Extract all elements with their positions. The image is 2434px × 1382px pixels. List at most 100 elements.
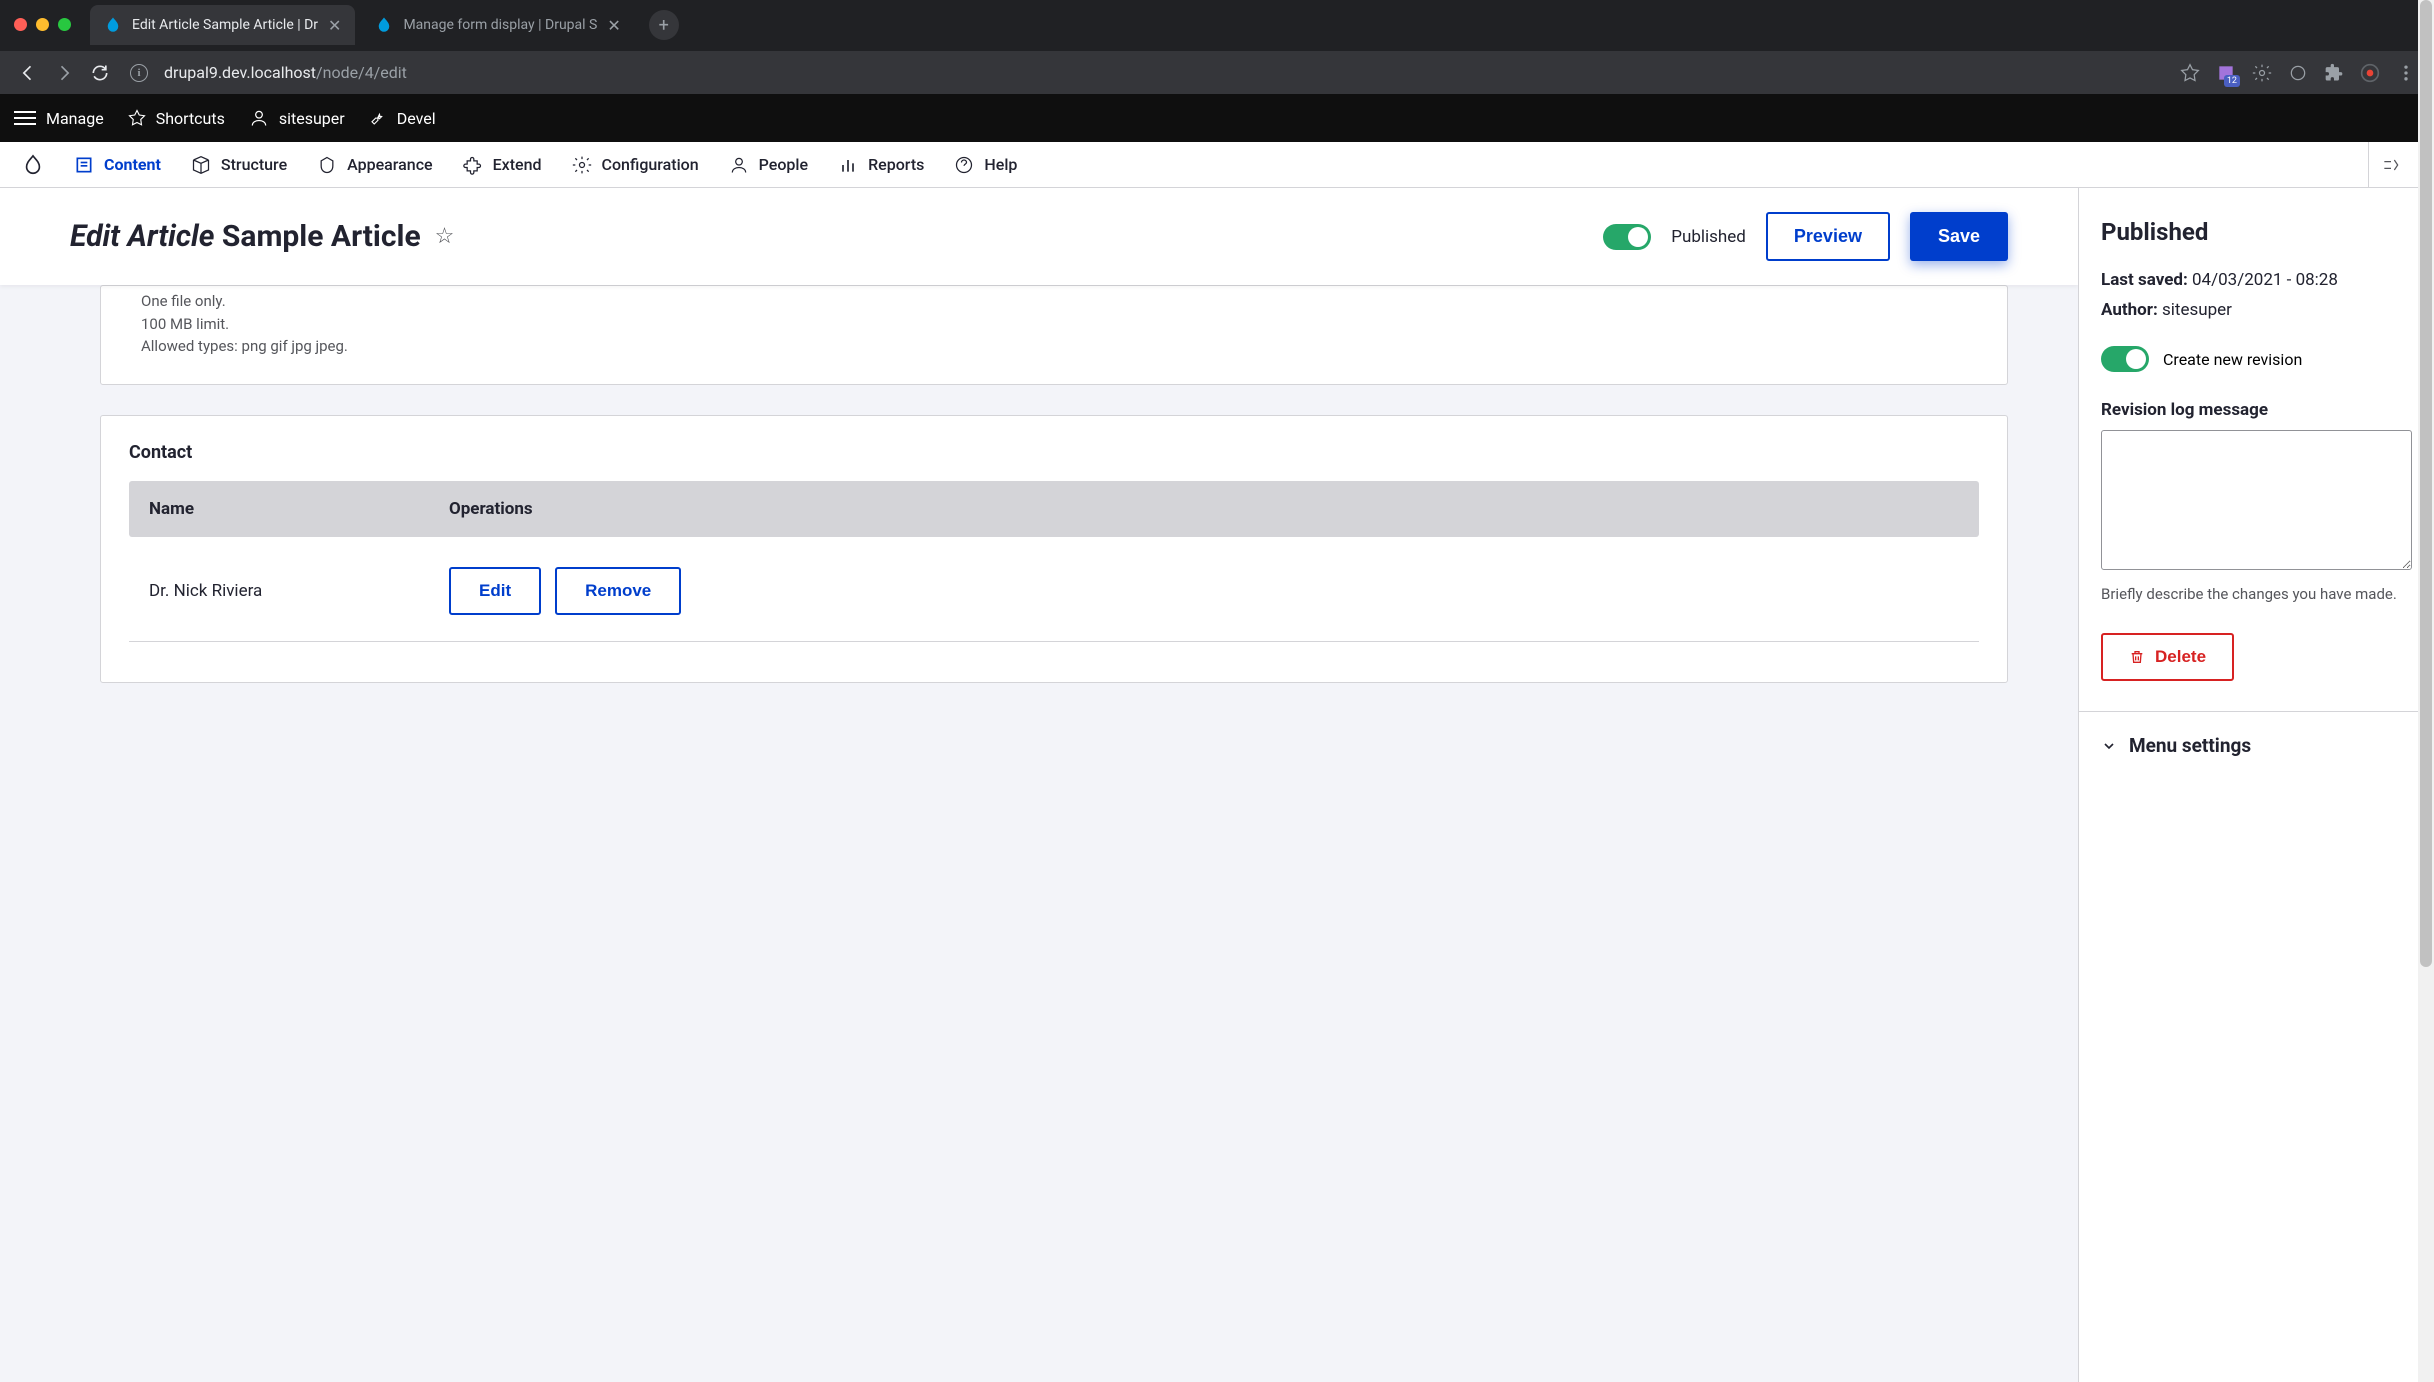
menu-settings-accordion[interactable]: Menu settings [2101,712,2412,757]
remove-button[interactable]: Remove [555,567,681,615]
drupal-favicon-icon [375,16,393,34]
favorite-star-icon[interactable]: ☆ [435,224,455,249]
gear-icon [572,155,592,175]
sidebar-last-saved: Last saved: 04/03/2021 - 08:28 [2101,270,2412,290]
people-icon [729,155,749,175]
extensions-puzzle-icon[interactable] [2324,63,2344,83]
revision-toggle-row: Create new revision [2101,346,2412,372]
close-window[interactable] [14,18,27,31]
chevron-down-icon [2101,738,2117,754]
delete-label: Delete [2155,647,2206,667]
admin-menu-label: Configuration [602,155,699,174]
minimize-window[interactable] [36,18,49,31]
published-toggle[interactable] [1603,224,1651,250]
upload-hint-line: One file only. [141,286,1967,313]
drupal-toolbar: Manage Shortcuts sitesuper Devel [0,94,2434,142]
extension-icons: 12 [2180,63,2424,83]
admin-menu-reports[interactable]: Reports [838,155,924,175]
wrench-icon [369,109,387,127]
col-header-name: Name [149,499,449,519]
new-tab-button[interactable]: + [649,10,679,40]
page-title: Edit Article Sample Article ☆ [70,219,454,254]
url-text: drupal9.dev.localhost/node/4/edit [164,63,407,82]
admin-menu-label: Help [984,155,1017,174]
revision-toggle[interactable] [2101,346,2149,372]
admin-menu-label: Appearance [347,155,432,174]
admin-menu-label: Structure [221,155,287,174]
main-column: Edit Article Sample Article ☆ Published … [0,188,2078,1382]
sidebar-author: Author: sitesuper [2101,300,2412,320]
revision-log-label: Revision log message [2101,400,2412,420]
admin-menu-structure[interactable]: Structure [191,155,287,175]
toolbar-user-label: sitesuper [279,109,345,128]
close-tab-icon[interactable]: ✕ [328,16,341,35]
tab-title: Edit Article Sample Article | Dr [132,17,318,33]
reload-button[interactable] [82,55,118,91]
toolbar-devel-label: Devel [397,109,436,128]
admin-menu-label: Reports [868,155,924,174]
bookmark-icon[interactable] [2180,63,2200,83]
admin-menu-content[interactable]: Content [74,155,161,175]
admin-menu-label: Extend [493,155,542,174]
col-header-operations: Operations [449,499,1959,519]
delete-button[interactable]: Delete [2101,633,2234,681]
admin-menu-configuration[interactable]: Configuration [572,155,699,175]
extension-devtools-icon[interactable]: 12 [2216,63,2236,83]
site-info-icon[interactable]: i [130,64,148,82]
admin-menu-people[interactable]: People [729,155,808,175]
contact-table: Name Operations Dr. Nick Riviera Edit Re… [129,481,1979,642]
reports-icon [838,155,858,175]
admin-menu: Content Structure Appearance Extend Conf… [0,142,2434,188]
extension-gear-icon[interactable] [2252,63,2272,83]
upload-hints: One file only. 100 MB limit. Allowed typ… [100,285,2008,385]
extend-icon [463,155,483,175]
toolbar-devel[interactable]: Devel [369,109,436,128]
toolbar-shortcuts[interactable]: Shortcuts [128,109,225,128]
scrollbar[interactable] [2418,0,2434,1382]
browser-tab-inactive[interactable]: Manage form display | Drupal S ✕ [361,5,634,45]
forward-button[interactable] [46,55,82,91]
contact-name: Dr. Nick Riviera [149,581,449,601]
revision-log-help: Briefly describe the changes you have ma… [2101,584,2412,605]
admin-menu-appearance[interactable]: Appearance [317,155,432,175]
close-tab-icon[interactable]: ✕ [607,16,620,35]
published-label: Published [1671,227,1746,247]
revision-log-input[interactable] [2101,430,2412,570]
scrollbar-thumb[interactable] [2420,0,2432,967]
admin-menu-label: People [759,155,808,174]
help-icon [954,155,974,175]
toolbar-manage-label: Manage [46,109,104,128]
fieldset-legend: Contact [129,442,1979,463]
admin-menu-extend[interactable]: Extend [463,155,542,175]
appearance-icon [317,155,337,175]
revision-toggle-label: Create new revision [2163,350,2302,369]
tab-strip: Edit Article Sample Article | Dr ✕ Manag… [0,0,2434,50]
address-bar: i drupal9.dev.localhost/node/4/edit 12 [0,50,2434,94]
url-input[interactable]: i drupal9.dev.localhost/node/4/edit [118,63,2180,82]
trash-icon [2129,649,2145,665]
admin-menu-label: Content [104,155,161,174]
preview-button[interactable]: Preview [1766,212,1890,261]
profile-avatar-icon[interactable] [2360,63,2380,83]
back-button[interactable] [10,55,46,91]
row-operations: Edit Remove [449,567,681,615]
content-wrapper: Edit Article Sample Article ☆ Published … [0,188,2434,1382]
drupal-logo-icon[interactable] [22,154,44,176]
tab-title: Manage form display | Drupal S [403,17,597,33]
extension-circle-icon[interactable] [2288,63,2308,83]
maximize-window[interactable] [58,18,71,31]
drupal-favicon-icon [104,16,122,34]
toggle-orientation-button[interactable] [2368,142,2412,188]
save-button[interactable]: Save [1910,212,2008,261]
table-row: Dr. Nick Riviera Edit Remove [129,537,1979,642]
menu-settings-label: Menu settings [2129,734,2251,757]
sidebar: Published Last saved: 04/03/2021 - 08:28… [2078,188,2434,1382]
toolbar-user[interactable]: sitesuper [249,108,345,128]
edit-button[interactable]: Edit [449,567,541,615]
admin-menu-help[interactable]: Help [954,155,1017,175]
structure-icon [191,155,211,175]
upload-hint-line: Allowed types: png gif jpg jpeg. [141,335,1967,358]
kebab-menu-icon[interactable] [2396,63,2416,83]
toolbar-manage[interactable]: Manage [14,109,104,128]
browser-tab-active[interactable]: Edit Article Sample Article | Dr ✕ [90,5,355,45]
